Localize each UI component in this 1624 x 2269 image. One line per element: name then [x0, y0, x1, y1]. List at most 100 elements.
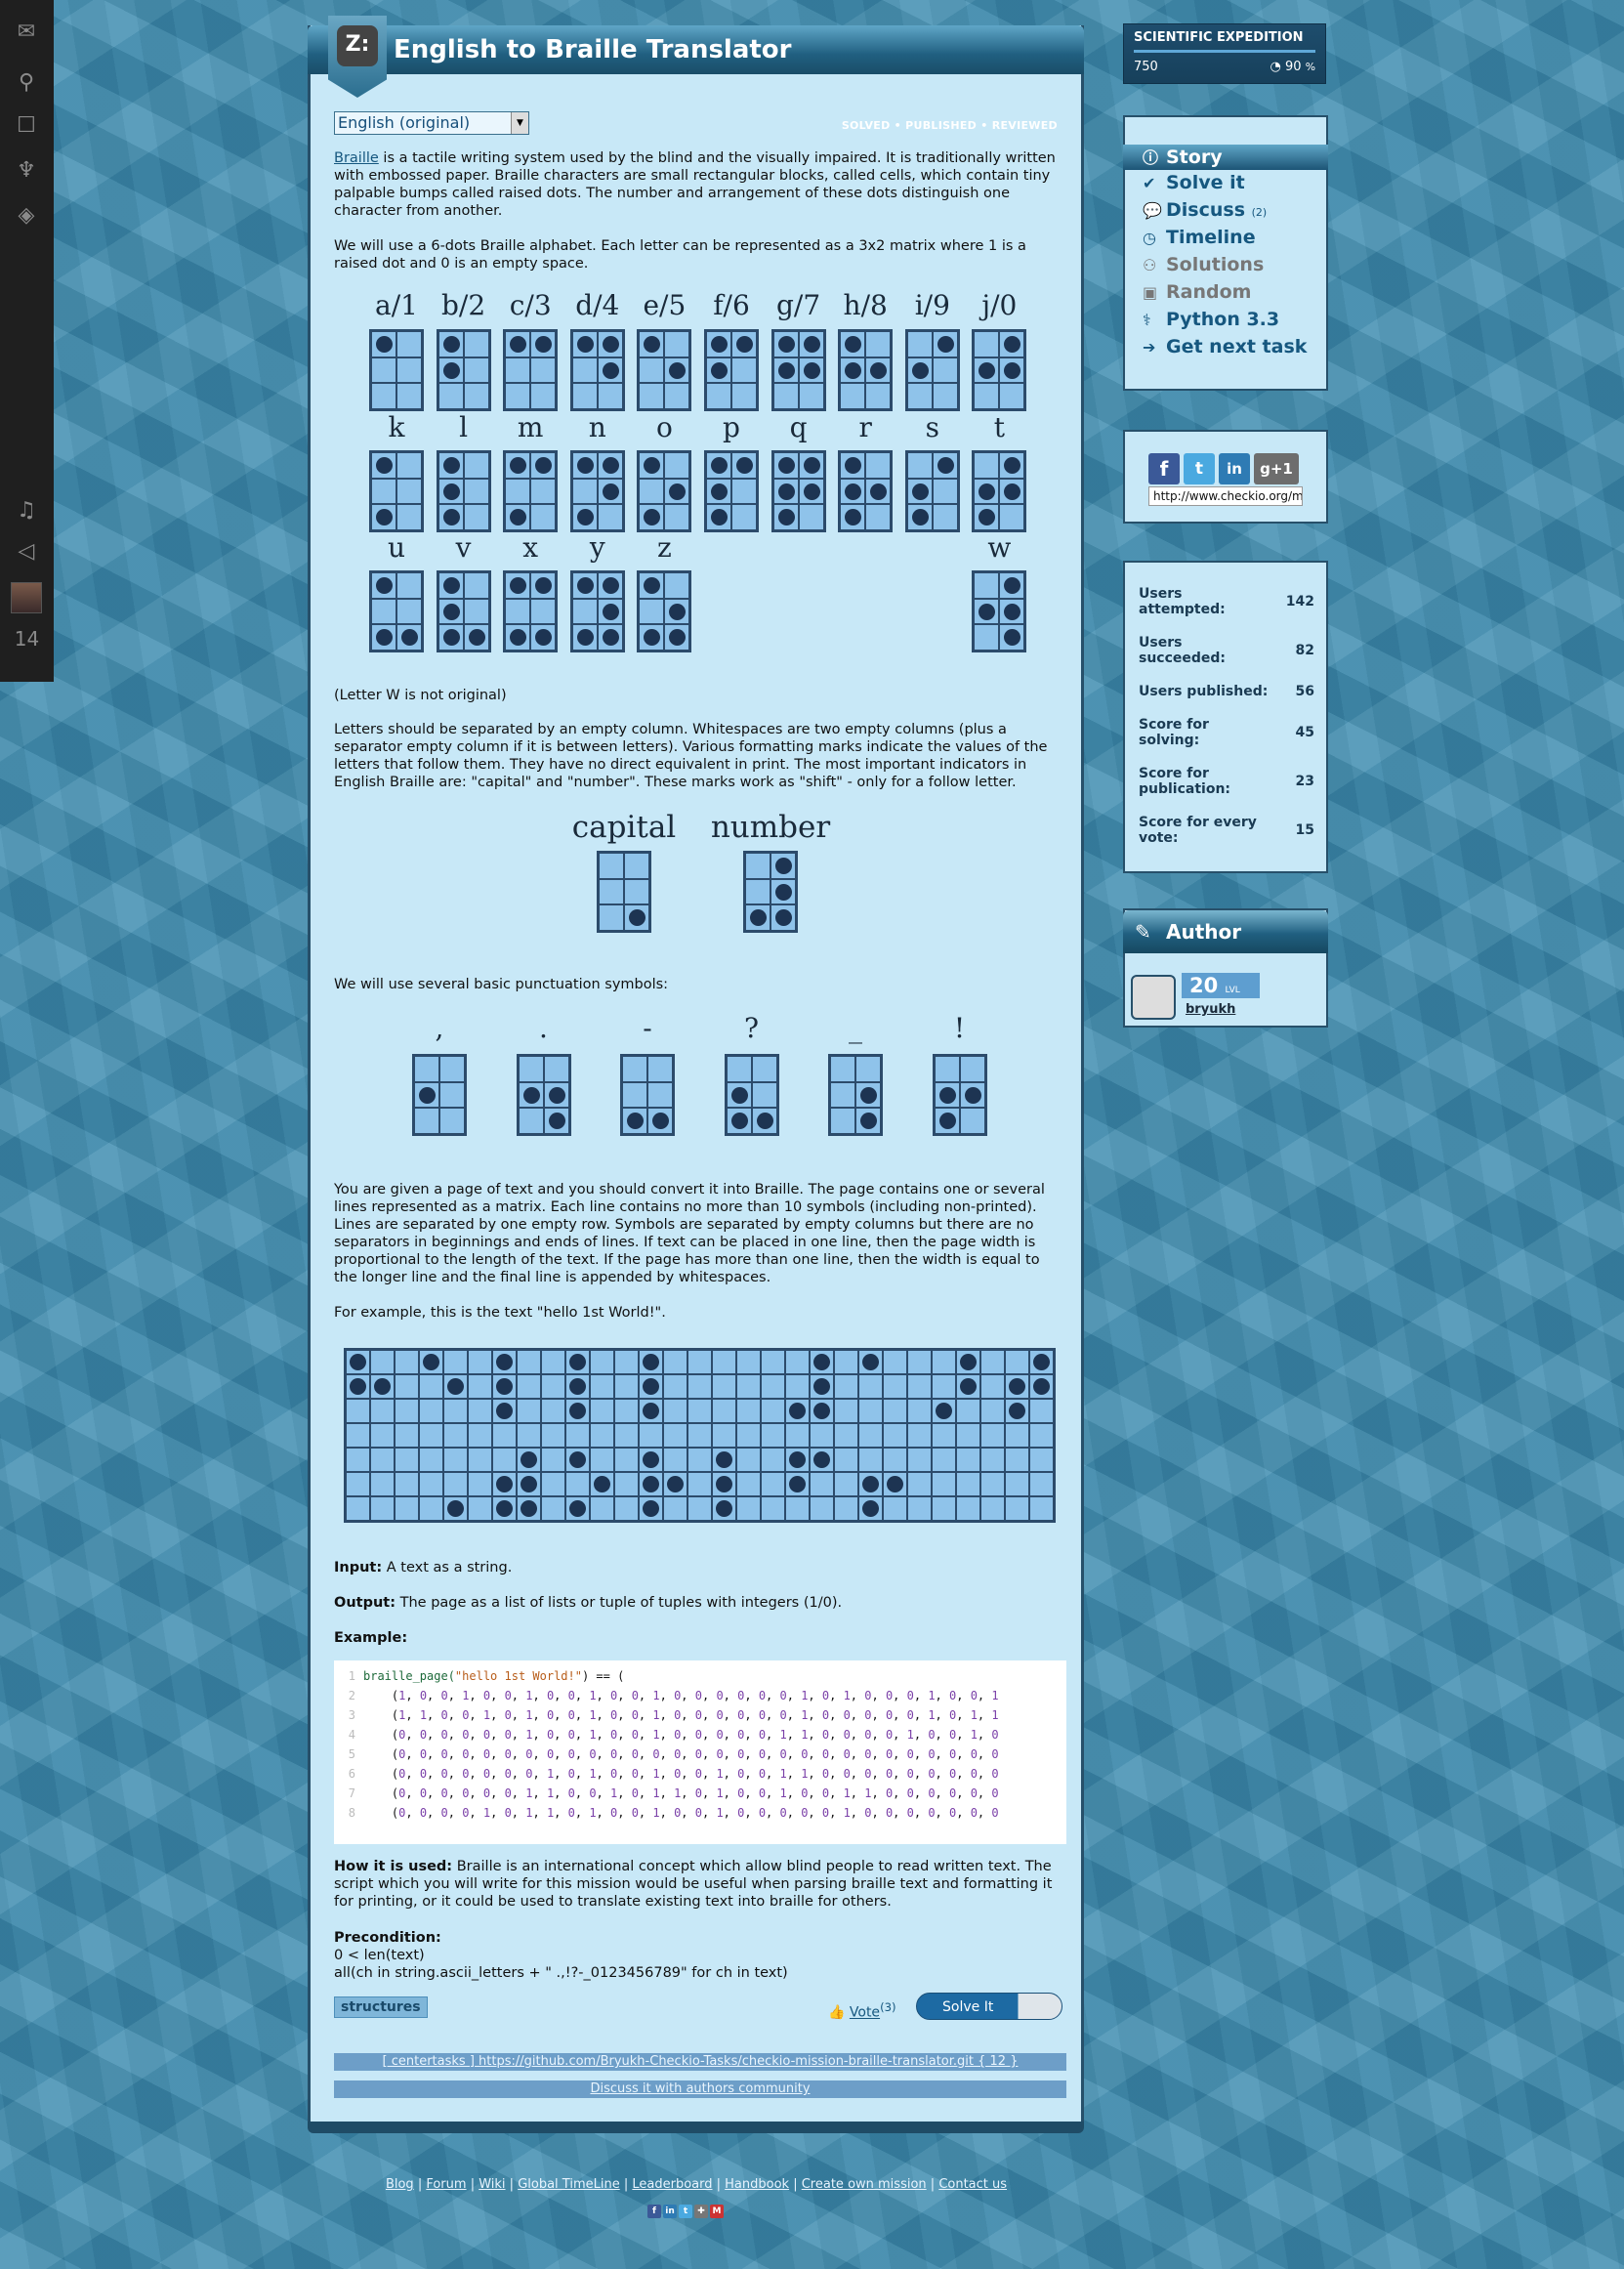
code-token: , [554, 1806, 568, 1820]
nav-discuss[interactable]: 💬 Discuss (2) [1143, 199, 1267, 221]
language-select[interactable]: English (original) ▼ [334, 111, 529, 135]
nav-python-label: Python 3.3 [1166, 309, 1280, 330]
braille-dot [706, 383, 731, 409]
example-dot [785, 1350, 810, 1374]
nav-story[interactable]: ⓘ Story [1123, 145, 1328, 170]
footer-link[interactable]: Handbook [725, 2177, 789, 2192]
nav-solutions[interactable]: ⚇ Solutions [1143, 254, 1264, 275]
example-dot [590, 1374, 614, 1399]
code-token: 0 [906, 1747, 914, 1761]
braille-link[interactable]: Braille [334, 150, 379, 166]
code-token: 0 [779, 1708, 787, 1722]
linkedin-icon[interactable]: in [663, 2205, 677, 2218]
twitter-share-button[interactable]: t [1184, 453, 1215, 484]
map-icon[interactable]: ◈ [12, 201, 41, 231]
braille-dot [906, 504, 933, 530]
braille-dot [855, 1081, 881, 1109]
braille-dot [731, 383, 757, 409]
expedition-widget[interactable]: SCIENTIFIC EXPEDITION 750 ◔ 90 % [1123, 23, 1326, 84]
braille-dot [731, 357, 757, 384]
footer-link[interactable]: Leaderboard [632, 2177, 712, 2192]
code-token: , [977, 1728, 992, 1742]
nav-python[interactable]: ⚕ Python 3.3 [1143, 309, 1279, 330]
example-dot [346, 1496, 370, 1521]
footer-link[interactable]: Blog [386, 2177, 414, 2192]
author-name-link[interactable]: bryukh [1186, 1002, 1235, 1017]
chat-icon[interactable]: ☐ [12, 111, 41, 141]
tag-structures[interactable]: structures [334, 1996, 428, 2018]
braille-dot [437, 624, 464, 651]
code-token: , [977, 1708, 992, 1722]
code-token: , [469, 1786, 483, 1800]
footer-link[interactable]: Forum [426, 2177, 466, 2192]
braille-dot [706, 504, 731, 530]
braille-dot [597, 478, 623, 505]
code-token: 1 [991, 1708, 999, 1722]
trophy-icon[interactable]: ♆ [12, 156, 41, 186]
nav-timeline[interactable]: ◷ Timeline [1143, 227, 1256, 248]
line-number: 3 [348, 1708, 355, 1722]
vote-link[interactable]: 👍 Vote(3) [828, 2000, 896, 2021]
code-token: , [871, 1767, 886, 1781]
user-avatar[interactable] [11, 582, 42, 613]
twitter-icon[interactable]: t [679, 2205, 692, 2218]
code-token: , [723, 1786, 738, 1800]
envelope-icon[interactable]: ✉ [12, 18, 41, 47]
code-token: , [659, 1747, 675, 1761]
facebook-share-button[interactable]: f [1148, 453, 1180, 484]
mail-icon[interactable]: M [710, 2205, 724, 2218]
code-token: 0 [906, 1708, 914, 1722]
discuss-community-link[interactable]: Discuss it with authors community [334, 2080, 1066, 2098]
bell-icon[interactable]: ♫ [12, 496, 41, 525]
code-token: , [574, 1786, 590, 1800]
braille-dot [530, 624, 557, 651]
braille-cell [770, 329, 826, 411]
nav-next-task[interactable]: ➔ Get next task [1143, 336, 1307, 357]
code-token: 0 [991, 1747, 999, 1761]
linkedin-share-button[interactable]: in [1219, 453, 1250, 484]
example-dot [932, 1448, 956, 1472]
megaphone-icon[interactable]: ◁ [12, 537, 41, 567]
nav-solve-it[interactable]: ✔ Solve it [1143, 172, 1245, 193]
braille-dot [505, 598, 531, 625]
braille-label: i/9 [914, 289, 950, 321]
code-token: 0 [631, 1767, 639, 1781]
example-dot [395, 1350, 419, 1374]
braille-dot [597, 331, 623, 357]
example-dot [395, 1496, 419, 1521]
code-token: , [829, 1747, 844, 1761]
nav-random[interactable]: ▣ Random [1143, 281, 1251, 303]
footer-link[interactable]: Wiki [479, 2177, 505, 2192]
code-token: , [766, 1767, 780, 1781]
mission-logo: Z: [328, 16, 387, 98]
braille-dot [772, 383, 799, 409]
solve-it-button[interactable]: Solve It [916, 1993, 1062, 2020]
social-icon[interactable]: ✚ [694, 2205, 708, 2218]
author-panel: ✎ Author 20 LVL bryukh [1123, 908, 1328, 1028]
braille-label: o [655, 411, 673, 443]
code-token: , [532, 1689, 547, 1702]
google-plus-button[interactable]: g+1 [1254, 453, 1299, 484]
braille-dot [974, 478, 1000, 505]
footer-link[interactable]: Create own mission [802, 2177, 927, 2192]
notification-count[interactable]: 14 [0, 627, 54, 651]
share-url-field[interactable]: http://www.checkio.org/mission/braille-t… [1148, 486, 1303, 506]
braille-dot [597, 383, 623, 409]
code-token: 0 [928, 1786, 936, 1800]
braille-label: - [643, 1012, 652, 1044]
code-token: , [829, 1689, 844, 1702]
example-dot [565, 1399, 590, 1423]
author-avatar[interactable] [1131, 975, 1176, 1020]
code-token: , [511, 1786, 526, 1800]
facebook-icon[interactable]: f [647, 2205, 661, 2218]
footer-link[interactable]: Contact us [938, 2177, 1007, 2192]
code-token: , [659, 1708, 675, 1722]
code-token: , [829, 1786, 844, 1800]
network-icon[interactable]: ⚲ [12, 68, 41, 98]
repository-link[interactable]: [ centertasks ] https://github.com/Bryuk… [334, 2053, 1066, 2071]
example-dot [590, 1496, 614, 1521]
braille-dot [371, 357, 396, 384]
braille-dot [664, 504, 690, 530]
footer-link[interactable]: Global TimeLine [518, 2177, 620, 2192]
code-token: 0 [504, 1708, 512, 1722]
